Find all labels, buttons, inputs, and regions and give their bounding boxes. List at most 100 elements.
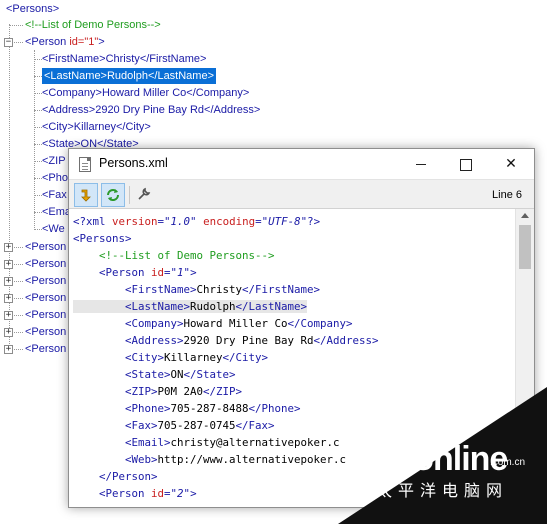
tree-person-suffix: > bbox=[98, 36, 105, 48]
tree-root-persons[interactable]: <Persons> bbox=[6, 1, 59, 17]
tree-child-node[interactable]: <City>Killarney</City> bbox=[42, 119, 151, 135]
code-token: </Company> bbox=[287, 317, 353, 330]
code-token: "1" bbox=[170, 266, 191, 279]
code-token: Killarney bbox=[164, 351, 223, 364]
scroll-thumb[interactable] bbox=[519, 225, 531, 269]
code-token: <ZIP> bbox=[73, 385, 158, 398]
code-line: <?xml version="1.0" encoding="UTF-8"?> bbox=[73, 213, 320, 230]
tree-child-node[interactable]: <Fax bbox=[42, 187, 67, 203]
format-button[interactable] bbox=[74, 183, 98, 207]
tree-person-collapsed[interactable]: <Person bbox=[25, 273, 66, 289]
tree-child-node[interactable]: <Company>Howard Miller Co</Company> bbox=[42, 85, 249, 101]
tree-child-close-tag: </LastName> bbox=[147, 70, 215, 82]
minimize-button[interactable] bbox=[398, 149, 444, 179]
refresh-button[interactable] bbox=[101, 183, 125, 207]
tree-person-collapsed[interactable]: <Person bbox=[25, 239, 66, 255]
watermark-tagline: 太平洋电脑网 bbox=[376, 481, 509, 500]
code-token: id bbox=[151, 266, 165, 279]
tree-child-node[interactable]: <Address>2920 Dry Pine Bay Rd</Address> bbox=[42, 102, 260, 118]
tree-child-open-tag: <LastName> bbox=[44, 70, 107, 82]
tree-person-attr: id="1" bbox=[69, 36, 99, 48]
code-token: Howard Miller Co bbox=[183, 317, 288, 330]
code-line: <Email>christy@alternativepoker.c bbox=[73, 434, 340, 451]
tree-person-open: <Person bbox=[25, 36, 70, 48]
tree-child-node[interactable]: <Pho bbox=[42, 170, 68, 186]
tree-person-collapsed[interactable]: <Person bbox=[25, 307, 66, 323]
code-line: <Person id="1"> bbox=[73, 264, 197, 281]
tree-child-node[interactable]: <ZIP bbox=[42, 153, 66, 169]
expand-toggle-icon[interactable]: + bbox=[4, 328, 13, 337]
code-line: <State>ON</State> bbox=[73, 366, 236, 383]
tree-child-close-tag: </Address> bbox=[204, 104, 261, 116]
scroll-up-arrow-icon[interactable] bbox=[521, 213, 529, 218]
code-token: <!--List of Demo Persons--> bbox=[73, 249, 275, 262]
code-line: <Phone>705-287-8488</Phone> bbox=[73, 400, 301, 417]
tree-person-collapsed[interactable]: <Person bbox=[25, 256, 66, 272]
tree-child-text: Killarney bbox=[73, 121, 116, 133]
format-arrow-icon bbox=[81, 189, 91, 202]
tree-person-1[interactable]: <Person id="1"> bbox=[25, 34, 105, 50]
tree-person-collapsed[interactable]: <Person bbox=[25, 324, 66, 340]
code-token: <Phone> bbox=[73, 402, 171, 415]
code-line: <ZIP>P0M 2A0</ZIP> bbox=[73, 383, 242, 400]
code-line: <FirstName>Christy</FirstName> bbox=[73, 281, 320, 298]
maximize-button[interactable] bbox=[442, 149, 488, 179]
tree-child-open-tag: <FirstName> bbox=[42, 53, 106, 65]
tree-child-text: 2920 Dry Pine Bay Rd bbox=[95, 104, 205, 116]
settings-button[interactable] bbox=[133, 183, 157, 207]
expand-toggle-icon[interactable]: + bbox=[4, 277, 13, 286]
code-token: Rudolph bbox=[190, 300, 236, 313]
code-token: </State> bbox=[183, 368, 236, 381]
tree-child-node[interactable]: <Ema bbox=[42, 204, 71, 220]
tree-person-collapsed[interactable]: <Person bbox=[25, 290, 66, 306]
tree-comment[interactable]: <!--List of Demo Persons--> bbox=[25, 17, 161, 33]
title-bar[interactable]: Persons.xml ✕ bbox=[69, 149, 534, 179]
tree-root-label: <Persons> bbox=[6, 3, 60, 15]
code-line: <LastName>Rudolph</LastName> bbox=[73, 298, 308, 315]
tree-child-open-tag: <City> bbox=[42, 121, 74, 133]
expand-toggle-icon[interactable]: + bbox=[4, 345, 13, 354]
toolbar-separator bbox=[129, 186, 130, 204]
watermark-logo: PConline bbox=[368, 440, 508, 478]
tree-child-open-tag: <Fax bbox=[42, 189, 67, 201]
code-token: 705-287-0745 bbox=[157, 419, 236, 432]
code-line: <City>Killarney</City> bbox=[73, 349, 268, 366]
code-token: <Fax> bbox=[73, 419, 158, 432]
code-token: </Fax> bbox=[235, 419, 275, 432]
tree-child-node[interactable]: <LastName>Rudolph</LastName> bbox=[42, 68, 217, 84]
collapse-toggle-icon[interactable]: − bbox=[4, 38, 13, 47]
code-line: </Person> bbox=[73, 468, 158, 485]
code-line: <Company>Howard Miller Co</Company> bbox=[73, 315, 353, 332]
code-token: 705-287-8488 bbox=[170, 402, 249, 415]
code-token: ON bbox=[170, 368, 184, 381]
code-token: version bbox=[112, 215, 158, 228]
code-token: </Phone> bbox=[248, 402, 301, 415]
code-line: <Person id="2"> bbox=[73, 485, 197, 502]
expand-toggle-icon[interactable]: + bbox=[4, 294, 13, 303]
code-token: <Email> bbox=[73, 436, 171, 449]
code-line: <Fax>705-287-0745</Fax> bbox=[73, 417, 275, 434]
expand-toggle-icon[interactable]: + bbox=[4, 260, 13, 269]
code-token: <City> bbox=[73, 351, 165, 364]
tree-child-open-tag: <ZIP bbox=[42, 155, 66, 167]
window-title: Persons.xml bbox=[99, 156, 168, 170]
line-indicator: Line 6 bbox=[492, 189, 522, 201]
expand-toggle-icon[interactable]: + bbox=[4, 311, 13, 320]
expand-toggle-icon[interactable]: + bbox=[4, 243, 13, 252]
code-token: "2" bbox=[170, 487, 191, 500]
tree-person-collapsed[interactable]: <Person bbox=[25, 341, 66, 357]
code-token: ?> bbox=[307, 215, 321, 228]
code-line: <Web>http://www.alternativepoker.c bbox=[73, 451, 346, 468]
code-token: <?xml bbox=[73, 215, 113, 228]
code-line: <Persons> bbox=[73, 230, 132, 247]
close-button[interactable]: ✕ bbox=[488, 149, 534, 179]
tree-child-text: Howard Miller Co bbox=[101, 87, 187, 99]
code-token: </Person> bbox=[73, 470, 158, 483]
tree-child-node[interactable]: <FirstName>Christy</FirstName> bbox=[42, 51, 206, 67]
code-token: </Address> bbox=[313, 334, 379, 347]
tree-comment-label: <!--List of Demo Persons--> bbox=[25, 19, 161, 31]
code-token: http://www.alternativepoker.c bbox=[157, 453, 347, 466]
tree-child-close-tag: </FirstName> bbox=[139, 53, 207, 65]
code-token: Christy bbox=[196, 283, 243, 296]
tree-child-node[interactable]: <We bbox=[42, 221, 65, 237]
